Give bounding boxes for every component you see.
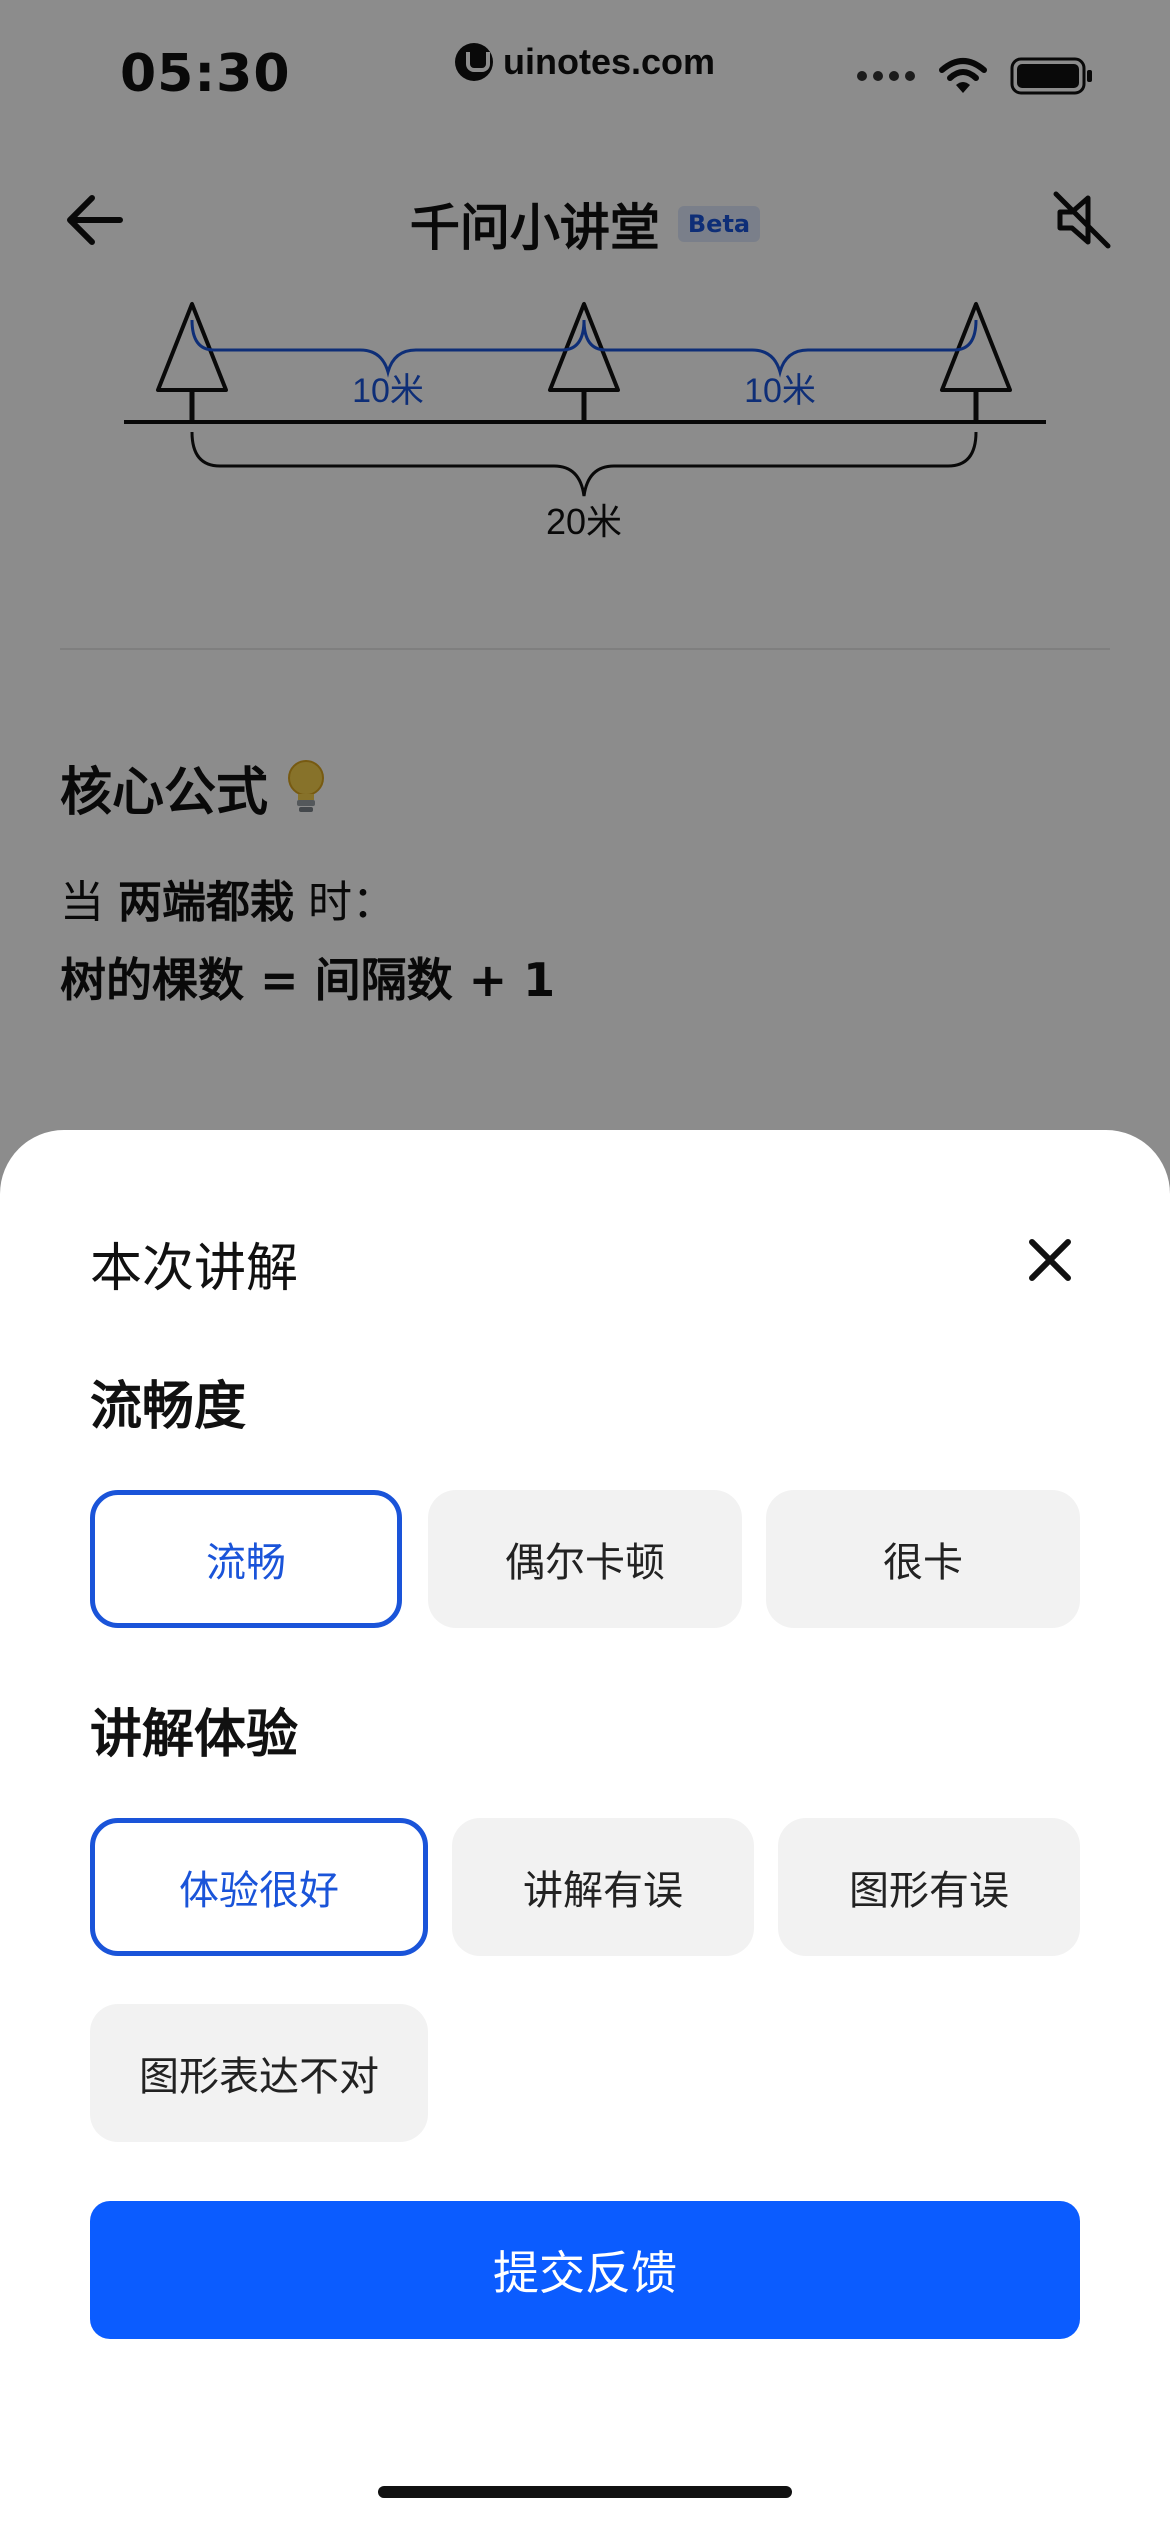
fluency-option-occasional-lag[interactable]: 偶尔卡顿 bbox=[428, 1490, 742, 1628]
fluency-option-smooth[interactable]: 流畅 bbox=[90, 1490, 402, 1628]
home-indicator[interactable] bbox=[378, 2486, 792, 2498]
experience-section-title: 讲解体验 bbox=[90, 1705, 299, 1765]
submit-feedback-button[interactable]: 提交反馈 bbox=[90, 2201, 1080, 2339]
experience-option-explanation-wrong[interactable]: 讲解有误 bbox=[452, 1818, 754, 1956]
sheet-title: 本次讲解 bbox=[90, 1239, 299, 1299]
experience-option-great[interactable]: 体验很好 bbox=[90, 1818, 428, 1956]
experience-option-graphic-wrong[interactable]: 图形有误 bbox=[778, 1818, 1080, 1956]
fluency-option-very-laggy[interactable]: 很卡 bbox=[766, 1490, 1080, 1628]
feedback-sheet: 本次讲解 流畅度 流畅 偶尔卡顿 很卡 讲解体验 体验很好 讲解有误 图形有误 … bbox=[0, 1130, 1170, 2532]
experience-option-graphic-expression-wrong[interactable]: 图形表达不对 bbox=[90, 2004, 428, 2142]
close-icon bbox=[1029, 1239, 1071, 1281]
close-button[interactable] bbox=[1020, 1230, 1080, 1290]
fluency-section-title: 流畅度 bbox=[90, 1377, 247, 1437]
